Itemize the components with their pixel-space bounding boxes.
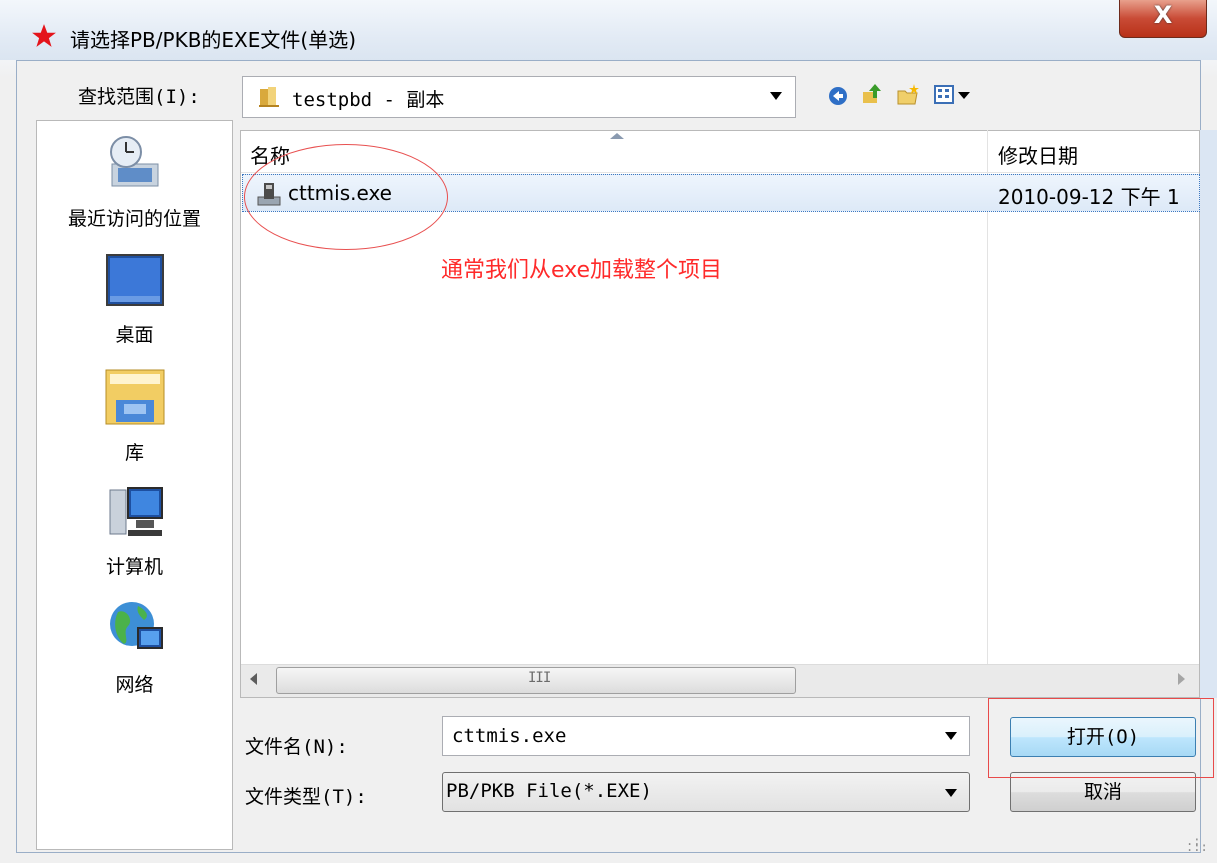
column-divider[interactable] [987, 130, 988, 696]
file-date-modified: 2010-09-12 下午 1 [998, 185, 1180, 209]
filetype-value: PB/PKB File(*.EXE) [446, 780, 652, 802]
place-label: 最近访问的位置 [67, 208, 201, 230]
back-icon[interactable] [826, 84, 850, 108]
chevron-down-icon[interactable] [770, 92, 782, 100]
lookin-value: testpbd - 副本 [292, 89, 445, 111]
column-header-date-modified[interactable]: 修改日期 [998, 140, 1078, 169]
scrollbar-grip: III [528, 670, 551, 686]
close-button[interactable]: X [1119, 0, 1207, 38]
place-label: 库 [124, 442, 144, 464]
scroll-left-icon[interactable] [250, 673, 257, 685]
folder-icon [259, 87, 279, 107]
place-desktop[interactable]: 桌面 [36, 254, 233, 354]
close-icon: X [1153, 1, 1173, 29]
place-label: 桌面 [115, 324, 154, 346]
lookin-label: 查找范围(I): [78, 86, 200, 108]
annotation-box [988, 698, 1214, 778]
up-folder-icon[interactable] [860, 82, 884, 106]
filename-label: 文件名(N): [245, 736, 348, 758]
place-computer[interactable]: 计算机 [36, 486, 233, 586]
resize-grip-icon[interactable]: .:.:: [1186, 835, 1208, 853]
place-label: 计算机 [105, 556, 163, 578]
annotation-text: 通常我们从exe加载整个项目 [441, 258, 723, 283]
window-title: 请选择PB/PKB的EXE文件(单选) [70, 28, 356, 52]
place-libraries[interactable]: 库 [36, 366, 233, 466]
star-icon [32, 24, 56, 47]
libraries-icon [105, 369, 165, 425]
window-edge [1200, 130, 1217, 698]
filetype-label: 文件类型(T): [245, 786, 367, 808]
place-recent[interactable]: 最近访问的位置 [36, 134, 233, 234]
network-icon [110, 602, 163, 649]
sort-ascending-icon [610, 133, 624, 139]
place-network[interactable]: 网络 [36, 598, 233, 698]
chevron-down-icon[interactable] [945, 732, 957, 740]
chevron-down-icon[interactable] [945, 789, 957, 797]
filename-value[interactable]: cttmis.exe [452, 725, 566, 747]
recent-places-icon [110, 136, 159, 187]
desktop-icon [106, 254, 164, 306]
cancel-button[interactable]: 取消 [1010, 772, 1196, 812]
computer-icon [109, 487, 163, 536]
place-label: 网络 [115, 674, 154, 696]
annotation-circle [244, 144, 448, 250]
view-menu-icon[interactable] [934, 84, 974, 106]
scroll-right-icon[interactable] [1178, 673, 1185, 685]
new-folder-icon[interactable] [896, 83, 920, 107]
